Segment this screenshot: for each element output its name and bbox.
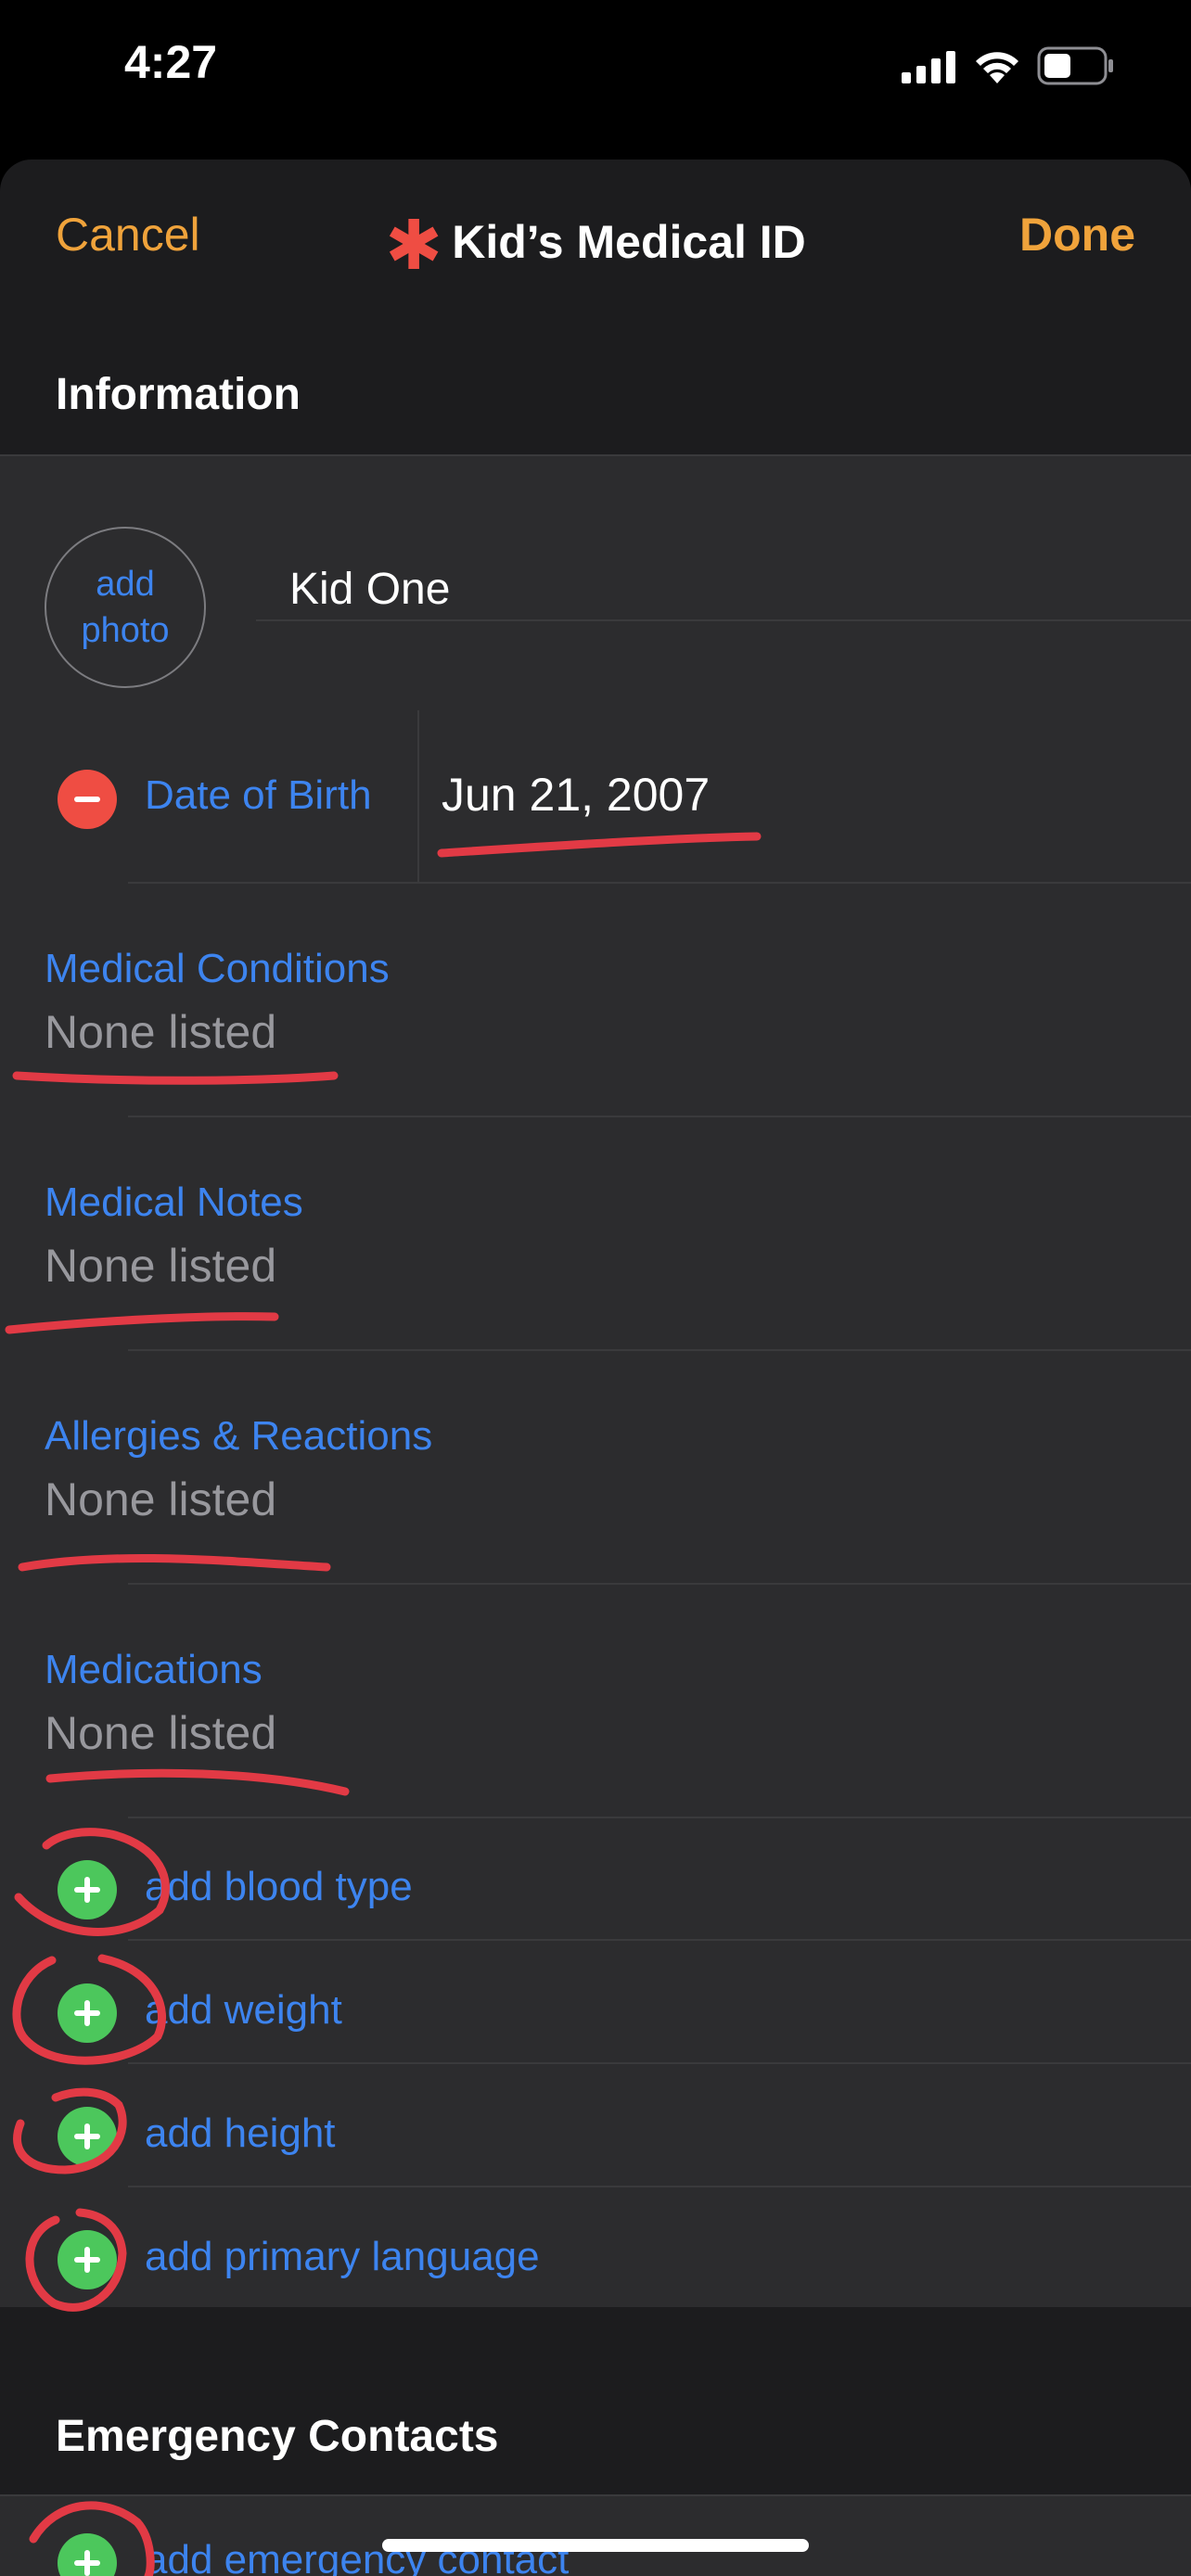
wifi-icon xyxy=(976,52,1018,83)
divider xyxy=(128,2186,1191,2187)
medications-label: Medications xyxy=(45,1647,263,1692)
add-blood-type-button[interactable]: add blood type xyxy=(145,1864,413,1910)
information-group: add photo Kid One Date of Birth Jun 21, 2… xyxy=(0,454,1191,2307)
page-title: ✱ Kid’s Medical ID xyxy=(0,206,1191,286)
add-primary-language-icon[interactable] xyxy=(58,2230,117,2289)
divider xyxy=(256,619,1191,621)
add-photo-label: add photo xyxy=(81,565,170,650)
divider xyxy=(0,2494,1191,2496)
divider xyxy=(128,1939,1191,1941)
add-height-icon[interactable] xyxy=(58,2107,117,2166)
add-blood-type-icon[interactable] xyxy=(58,1860,117,1919)
add-weight-icon[interactable] xyxy=(58,1983,117,2043)
emergency-contacts-header: Emergency Contacts xyxy=(56,2412,499,2461)
information-header: Information xyxy=(56,370,301,419)
add-photo-button[interactable]: add photo xyxy=(45,527,206,688)
add-height-button[interactable]: add height xyxy=(145,2111,336,2157)
divider xyxy=(128,1817,1191,1818)
divider xyxy=(128,1116,1191,1117)
medical-id-sheet: Cancel ✱ Kid’s Medical ID Done Informatio… xyxy=(0,159,1191,2576)
battery-icon xyxy=(1037,46,1113,85)
add-emergency-contact-icon[interactable] xyxy=(58,2533,117,2576)
medications-value[interactable]: None listed xyxy=(45,1706,276,1760)
medical-notes-label: Medical Notes xyxy=(45,1180,303,1225)
add-primary-language-button[interactable]: add primary language xyxy=(145,2234,540,2280)
done-button[interactable]: Done xyxy=(1019,208,1135,261)
divider xyxy=(128,2062,1191,2064)
divider xyxy=(128,1349,1191,1351)
cellular-signal-icon xyxy=(902,51,955,83)
divider xyxy=(0,454,1191,456)
divider xyxy=(128,1583,1191,1585)
dob-label: Date of Birth xyxy=(145,772,372,818)
medical-conditions-value[interactable]: None listed xyxy=(45,1005,276,1059)
status-time: 4:27 xyxy=(124,36,218,88)
allergies-value[interactable]: None listed xyxy=(45,1473,276,1526)
medical-conditions-label: Medical Conditions xyxy=(45,946,390,991)
home-indicator xyxy=(382,2539,809,2552)
dob-value[interactable]: Jun 21, 2007 xyxy=(442,768,710,822)
remove-dob-button[interactable] xyxy=(58,770,117,829)
add-weight-button[interactable]: add weight xyxy=(145,1987,342,2034)
allergies-label: Allergies & Reactions xyxy=(45,1413,433,1459)
status-bar: 4:27 xyxy=(0,0,1191,158)
divider xyxy=(128,882,1191,884)
divider xyxy=(417,710,419,882)
page-title-text: Kid’s Medical ID xyxy=(452,216,806,268)
asterisk-icon: ✱ xyxy=(385,207,443,284)
emergency-contacts-group: add emergency contact xyxy=(0,2494,1191,2576)
medical-notes-value[interactable]: None listed xyxy=(45,1239,276,1293)
name-field[interactable]: Kid One xyxy=(289,564,450,615)
